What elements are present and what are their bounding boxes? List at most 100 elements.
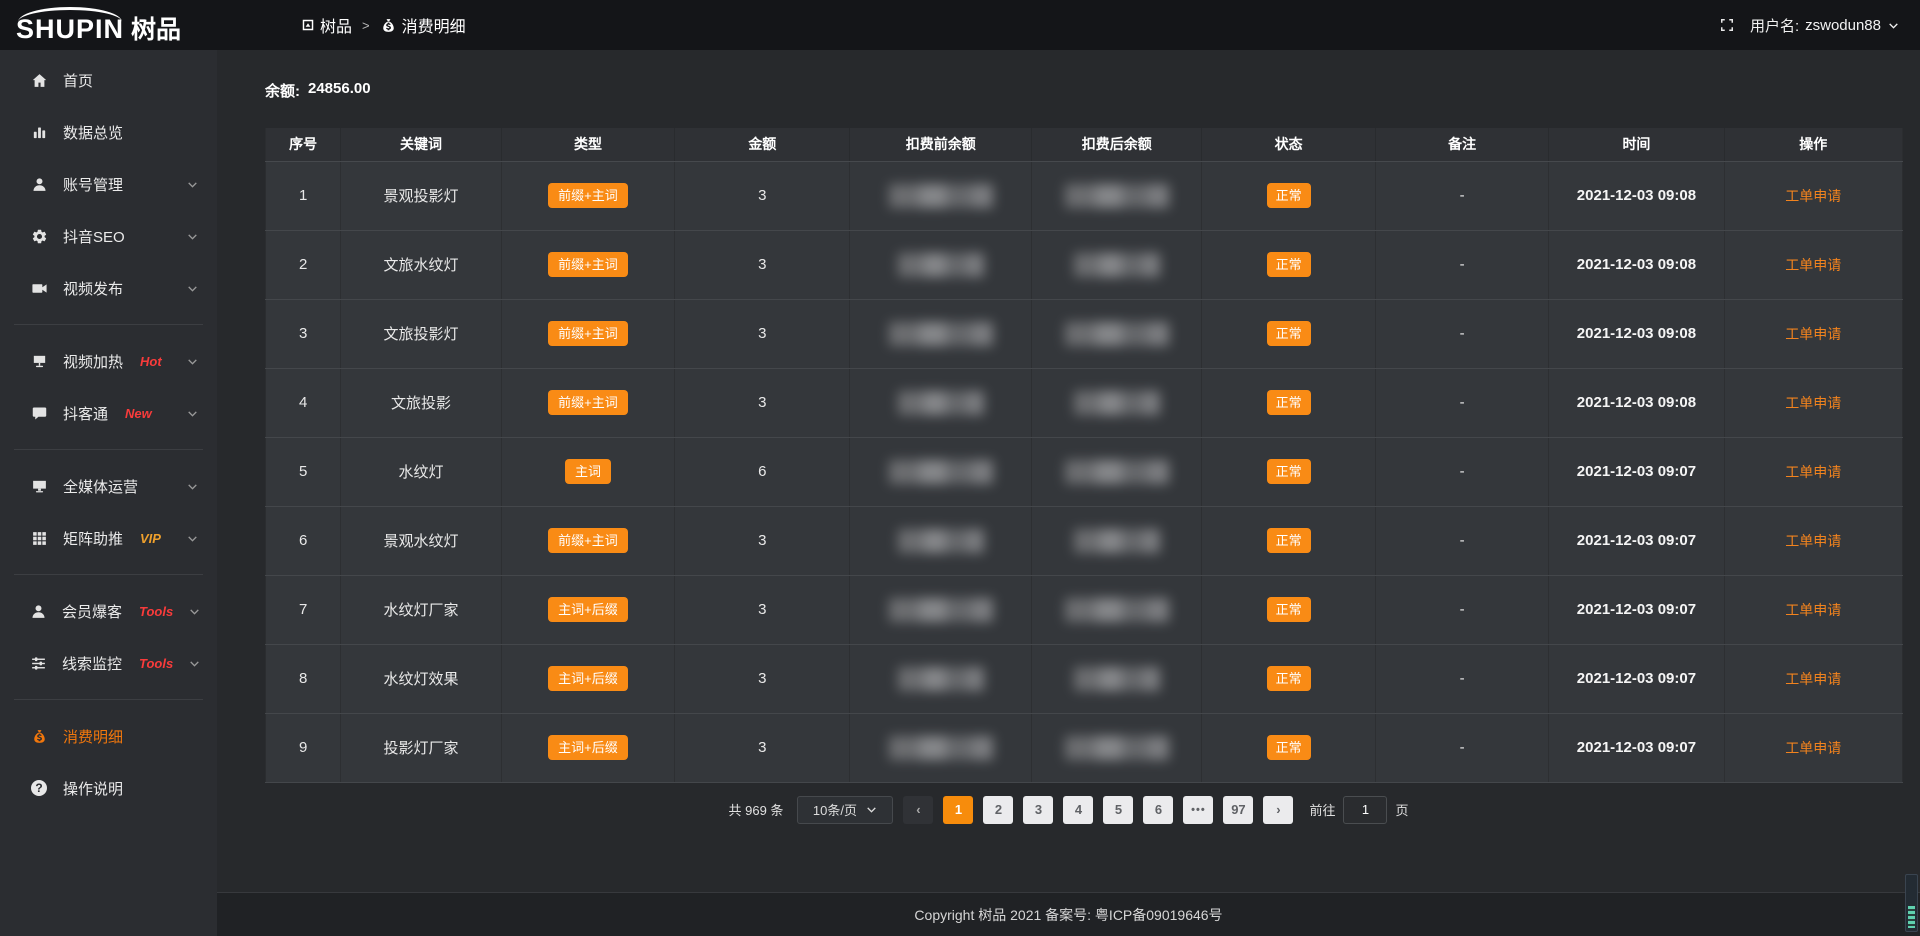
work-order-link[interactable]: 工单申请 [1785, 257, 1841, 273]
cell-time: 2021-12-03 09:07 [1549, 644, 1724, 713]
cell-status: 正常 [1202, 230, 1376, 299]
video-icon [30, 280, 48, 297]
cell-remark: - [1375, 161, 1549, 230]
sidebar-item-chat[interactable]: 抖客通 New [0, 387, 217, 439]
time-text: 2021-12-03 09:08 [1577, 256, 1696, 273]
cell-type: 前缀+主词 [501, 368, 675, 437]
sidebar-item-monitor[interactable]: 全媒体运营 [0, 460, 217, 512]
work-order-link[interactable]: 工单申请 [1785, 533, 1841, 549]
sidebar-item-member[interactable]: 会员爆客 Tools [0, 585, 217, 637]
work-order-link[interactable]: 工单申请 [1785, 464, 1841, 480]
cell-time: 2021-12-03 09:07 [1549, 437, 1724, 506]
cell-balance-before [850, 299, 1032, 368]
page-button-5[interactable]: 5 [1103, 796, 1133, 824]
page-button-1[interactable]: 1 [943, 796, 973, 824]
keyword-text: 景观投影灯 [384, 188, 459, 205]
cell-balance-before [850, 575, 1032, 644]
next-page-button[interactable]: › [1263, 796, 1293, 824]
chat-icon [30, 405, 48, 422]
prev-page-button[interactable]: ‹ [903, 796, 933, 824]
sidebar-item-question[interactable]: ? 操作说明 [0, 762, 217, 814]
cell-time: 2021-12-03 09:07 [1549, 506, 1724, 575]
blurred-balance-after [1065, 460, 1169, 484]
work-order-link[interactable]: 工单申请 [1785, 395, 1841, 411]
sidebar-item-gear[interactable]: 抖音SEO [0, 210, 217, 262]
sidebar-item-grid[interactable]: 矩阵助推 VIP [0, 512, 217, 564]
work-order-link[interactable]: 工单申请 [1785, 188, 1841, 204]
page-ellipsis-button[interactable]: ••• [1183, 796, 1213, 824]
copyright-text: Copyright 树品 2021 备案号: 粤ICP备09019646号 [914, 905, 1222, 925]
sidebar-divider [14, 324, 203, 325]
consumption-table-wrap: 序号关键词类型金额扣费前余额扣费后余额状态备注时间操作 1 景观投影灯 前缀+主… [265, 128, 1903, 783]
cell-balance-before [850, 437, 1032, 506]
column-header: 备注 [1375, 128, 1549, 161]
work-order-link[interactable]: 工单申请 [1785, 602, 1841, 618]
sidebar-item-heat[interactable]: 视频加热 Hot [0, 335, 217, 387]
blurred-balance-before [889, 736, 993, 760]
sidebar-item-user[interactable]: 账号管理 [0, 158, 217, 210]
breadcrumb-home-label: 树品 [320, 13, 352, 37]
work-order-link[interactable]: 工单申请 [1785, 740, 1841, 756]
chevron-down-icon [865, 803, 878, 816]
goto-page-input[interactable] [1343, 796, 1387, 824]
goto-label: 前往 [1309, 800, 1335, 819]
keyword-text: 文旅投影灯 [384, 326, 459, 343]
column-header: 扣费前余额 [850, 128, 1032, 161]
row-number: 4 [299, 394, 307, 411]
fullscreen-icon[interactable] [1718, 16, 1736, 34]
chevron-down-icon [186, 230, 199, 243]
breadcrumb-current[interactable]: 消费明细 [380, 13, 466, 37]
keyword-text: 景观水纹灯 [384, 533, 459, 550]
cell-balance-after [1032, 644, 1202, 713]
keyword-text: 文旅投影 [391, 395, 451, 412]
table-row: 4 文旅投影 前缀+主词 3 正常 - 2021-12-03 09:08 工单申… [266, 368, 1903, 437]
page-button-2[interactable]: 2 [983, 796, 1013, 824]
blurred-balance-before [898, 253, 984, 277]
table-row: 3 文旅投影灯 前缀+主词 3 正常 - 2021-12-03 09:08 工单… [266, 299, 1903, 368]
work-order-link[interactable]: 工单申请 [1785, 671, 1841, 687]
cell-remark: - [1375, 299, 1549, 368]
goto-suffix: 页 [1395, 800, 1408, 819]
cell-action: 工单申请 [1724, 161, 1902, 230]
table-row: 9 投影灯厂家 主词+后缀 3 正常 - 2021-12-03 09:07 工单… [266, 713, 1903, 782]
blurred-balance-before [898, 391, 984, 415]
blurred-balance-after [1065, 736, 1169, 760]
cell-index: 2 [266, 230, 341, 299]
breadcrumb-separator: > [362, 18, 370, 33]
sidebar-item-badge: VIP [140, 531, 161, 546]
cell-action: 工单申请 [1724, 230, 1902, 299]
row-number: 2 [299, 256, 307, 273]
row-number: 9 [299, 739, 307, 756]
cell-balance-before [850, 230, 1032, 299]
amount-text: 3 [758, 601, 766, 618]
sidebar-item-sliders[interactable]: 线索监控 Tools [0, 637, 217, 689]
sidebar-item-home[interactable]: 首页 [0, 54, 217, 106]
doc-icon [301, 18, 315, 32]
cell-type: 前缀+主词 [501, 299, 675, 368]
cell-balance-after [1032, 161, 1202, 230]
sidebar-item-wallet[interactable]: 消费明细 [0, 710, 217, 762]
cell-type: 主词 [501, 437, 675, 506]
page-button-97[interactable]: 97 [1223, 796, 1253, 824]
cell-type: 主词+后缀 [501, 713, 675, 782]
floating-widget[interactable] [1905, 874, 1918, 932]
type-badge: 主词+后缀 [548, 597, 628, 622]
sidebar-item-video[interactable]: 视频发布 [0, 262, 217, 314]
question-icon: ? [30, 780, 48, 796]
page-button-3[interactable]: 3 [1023, 796, 1053, 824]
logo-text-en: SHUPIN [16, 7, 124, 43]
page-button-6[interactable]: 6 [1143, 796, 1173, 824]
type-badge: 前缀+主词 [548, 321, 628, 346]
page-button-4[interactable]: 4 [1063, 796, 1093, 824]
work-order-link[interactable]: 工单申请 [1785, 326, 1841, 342]
amount-text: 3 [758, 739, 766, 756]
breadcrumb-home[interactable]: 树品 [301, 13, 352, 37]
username-label: 用户名: [1750, 15, 1799, 36]
column-header: 操作 [1724, 128, 1902, 161]
user-menu[interactable]: 用户名: zswodun88 [1750, 15, 1900, 36]
cell-status: 正常 [1202, 437, 1376, 506]
cell-amount: 3 [675, 161, 850, 230]
cell-keyword: 水纹灯 [341, 437, 501, 506]
page-size-select[interactable]: 10条/页 [797, 796, 893, 824]
sidebar-item-chart[interactable]: 数据总览 [0, 106, 217, 158]
